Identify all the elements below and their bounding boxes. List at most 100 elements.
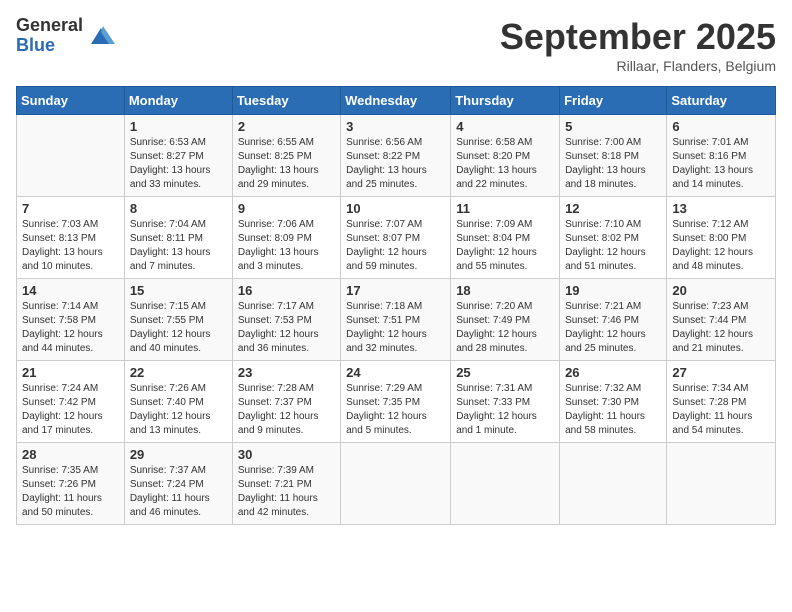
cell-info: Sunrise: 7:21 AMSunset: 7:46 PMDaylight:… (565, 300, 661, 356)
logo-blue: Blue (16, 36, 83, 56)
day-number: 27 (672, 365, 770, 380)
logo-icon (87, 22, 115, 50)
day-number: 6 (672, 119, 770, 134)
cell-info: Sunrise: 7:03 AMSunset: 8:13 PMDaylight:… (22, 218, 119, 274)
cell-info: Sunrise: 7:23 AMSunset: 7:44 PMDaylight:… (672, 300, 770, 356)
cell-info: Sunrise: 7:28 AMSunset: 7:37 PMDaylight:… (238, 382, 335, 438)
calendar-cell: 1Sunrise: 6:53 AMSunset: 8:27 PMDaylight… (124, 115, 232, 197)
cell-info: Sunrise: 7:14 AMSunset: 7:58 PMDaylight:… (22, 300, 119, 356)
day-number: 28 (22, 447, 119, 462)
day-number: 5 (565, 119, 661, 134)
cell-info: Sunrise: 7:32 AMSunset: 7:30 PMDaylight:… (565, 382, 661, 438)
day-number: 17 (346, 283, 445, 298)
calendar-cell: 4Sunrise: 6:58 AMSunset: 8:20 PMDaylight… (451, 115, 560, 197)
day-number: 3 (346, 119, 445, 134)
cell-info: Sunrise: 7:26 AMSunset: 7:40 PMDaylight:… (130, 382, 227, 438)
calendar-cell (341, 443, 451, 525)
day-number: 21 (22, 365, 119, 380)
calendar-cell: 10Sunrise: 7:07 AMSunset: 8:07 PMDayligh… (341, 197, 451, 279)
calendar-body: 1Sunrise: 6:53 AMSunset: 8:27 PMDaylight… (17, 115, 776, 525)
day-number: 24 (346, 365, 445, 380)
calendar-cell: 15 Sunrise: 7:15 AMSunset: 7:55 PMDayligh… (124, 279, 232, 361)
cell-info: Sunrise: 6:58 AMSunset: 8:20 PMDaylight:… (456, 136, 554, 192)
month-title: September 2025 (500, 16, 776, 58)
calendar-cell: 2 Sunrise: 6:55 AMSunset: 8:25 PMDaylight… (232, 115, 340, 197)
cell-info: Sunrise: 7:12 AMSunset: 8:00 PMDaylight:… (672, 218, 770, 274)
day-number: 22 (130, 365, 227, 380)
calendar-cell: 30 Sunrise: 7:39 AMSunset: 7:21 PMDayligh… (232, 443, 340, 525)
cell-info: Sunrise: 7:10 AMSunset: 8:02 PMDaylight:… (565, 218, 661, 274)
calendar-cell: 11Sunrise: 7:09 AMSunset: 8:04 PMDayligh… (451, 197, 560, 279)
cell-info: Sunrise: 7:17 AMSunset: 7:53 PMDaylight:… (238, 300, 335, 356)
day-number: 30 (238, 447, 335, 462)
cell-info: Sunrise: 7:04 AMSunset: 8:11 PMDaylight:… (130, 218, 227, 274)
logo: General Blue (16, 16, 115, 56)
header-cell-friday: Friday (560, 87, 667, 115)
calendar-cell: 25Sunrise: 7:31 AMSunset: 7:33 PMDayligh… (451, 361, 560, 443)
day-number: 19 (565, 283, 661, 298)
cell-info: Sunrise: 7:39 AMSunset: 7:21 PMDaylight:… (238, 464, 335, 520)
calendar-cell: 6Sunrise: 7:01 AMSunset: 8:16 PMDaylight… (667, 115, 776, 197)
day-number: 1 (130, 119, 227, 134)
day-number: 18 (456, 283, 554, 298)
cell-info: Sunrise: 7:18 AMSunset: 7:51 PMDaylight:… (346, 300, 445, 356)
calendar-cell: 27 Sunrise: 7:34 AMSunset: 7:28 PMDayligh… (667, 361, 776, 443)
day-number: 8 (130, 201, 227, 216)
day-number: 29 (130, 447, 227, 462)
week-row-1: 1Sunrise: 6:53 AMSunset: 8:27 PMDaylight… (17, 115, 776, 197)
cell-info: Sunrise: 7:06 AMSunset: 8:09 PMDaylight:… (238, 218, 335, 274)
day-number: 10 (346, 201, 445, 216)
cell-info: Sunrise: 7:31 AMSunset: 7:33 PMDaylight:… (456, 382, 554, 438)
header-cell-tuesday: Tuesday (232, 87, 340, 115)
calendar-header: SundayMondayTuesdayWednesdayThursdayFrid… (17, 87, 776, 115)
calendar-cell: 28 Sunrise: 7:35 AMSunset: 7:26 PMDayligh… (17, 443, 125, 525)
calendar-cell: 20Sunrise: 7:23 AMSunset: 7:44 PMDayligh… (667, 279, 776, 361)
calendar-cell (560, 443, 667, 525)
calendar-cell: 18Sunrise: 7:20 AMSunset: 7:49 PMDayligh… (451, 279, 560, 361)
calendar-cell: 8 Sunrise: 7:04 AMSunset: 8:11 PMDaylight… (124, 197, 232, 279)
cell-info: Sunrise: 7:35 AMSunset: 7:26 PMDaylight:… (22, 464, 119, 520)
calendar-cell: 3Sunrise: 6:56 AMSunset: 8:22 PMDaylight… (341, 115, 451, 197)
week-row-4: 21Sunrise: 7:24 AMSunset: 7:42 PMDayligh… (17, 361, 776, 443)
day-number: 9 (238, 201, 335, 216)
day-number: 15 (130, 283, 227, 298)
calendar-cell (451, 443, 560, 525)
calendar-cell: 17 Sunrise: 7:18 AMSunset: 7:51 PMDayligh… (341, 279, 451, 361)
day-number: 7 (22, 201, 119, 216)
day-number: 23 (238, 365, 335, 380)
week-row-3: 14 Sunrise: 7:14 AMSunset: 7:58 PMDayligh… (17, 279, 776, 361)
calendar-cell: 13Sunrise: 7:12 AMSunset: 8:00 PMDayligh… (667, 197, 776, 279)
header-cell-wednesday: Wednesday (341, 87, 451, 115)
calendar-cell: 23 Sunrise: 7:28 AMSunset: 7:37 PMDayligh… (232, 361, 340, 443)
header-row: SundayMondayTuesdayWednesdayThursdayFrid… (17, 87, 776, 115)
day-number: 16 (238, 283, 335, 298)
calendar-cell: 14 Sunrise: 7:14 AMSunset: 7:58 PMDayligh… (17, 279, 125, 361)
calendar-cell: 19 Sunrise: 7:21 AMSunset: 7:46 PMDayligh… (560, 279, 667, 361)
header-cell-thursday: Thursday (451, 87, 560, 115)
day-number: 11 (456, 201, 554, 216)
calendar-cell: 7 Sunrise: 7:03 AMSunset: 8:13 PMDaylight… (17, 197, 125, 279)
day-number: 14 (22, 283, 119, 298)
cell-info: Sunrise: 6:55 AMSunset: 8:25 PMDaylight:… (238, 136, 335, 192)
cell-info: Sunrise: 7:15 AMSunset: 7:55 PMDaylight:… (130, 300, 227, 356)
cell-info: Sunrise: 7:37 AMSunset: 7:24 PMDaylight:… (130, 464, 227, 520)
calendar-cell: 5 Sunrise: 7:00 AMSunset: 8:18 PMDaylight… (560, 115, 667, 197)
logo-general: General (16, 16, 83, 36)
day-number: 12 (565, 201, 661, 216)
cell-info: Sunrise: 7:29 AMSunset: 7:35 PMDaylight:… (346, 382, 445, 438)
calendar-cell: 26Sunrise: 7:32 AMSunset: 7:30 PMDayligh… (560, 361, 667, 443)
page-header: General Blue September 2025 Rillaar, Fla… (16, 16, 776, 74)
day-number: 2 (238, 119, 335, 134)
location: Rillaar, Flanders, Belgium (500, 58, 776, 74)
title-block: September 2025 Rillaar, Flanders, Belgiu… (500, 16, 776, 74)
calendar-cell (667, 443, 776, 525)
cell-info: Sunrise: 7:34 AMSunset: 7:28 PMDaylight:… (672, 382, 770, 438)
calendar-cell: 16 Sunrise: 7:17 AMSunset: 7:53 PMDayligh… (232, 279, 340, 361)
calendar-cell (17, 115, 125, 197)
calendar-cell: 21Sunrise: 7:24 AMSunset: 7:42 PMDayligh… (17, 361, 125, 443)
cell-info: Sunrise: 7:00 AMSunset: 8:18 PMDaylight:… (565, 136, 661, 192)
calendar-cell: 12 Sunrise: 7:10 AMSunset: 8:02 PMDayligh… (560, 197, 667, 279)
header-cell-saturday: Saturday (667, 87, 776, 115)
calendar-cell: 29 Sunrise: 7:37 AMSunset: 7:24 PMDayligh… (124, 443, 232, 525)
week-row-5: 28 Sunrise: 7:35 AMSunset: 7:26 PMDayligh… (17, 443, 776, 525)
